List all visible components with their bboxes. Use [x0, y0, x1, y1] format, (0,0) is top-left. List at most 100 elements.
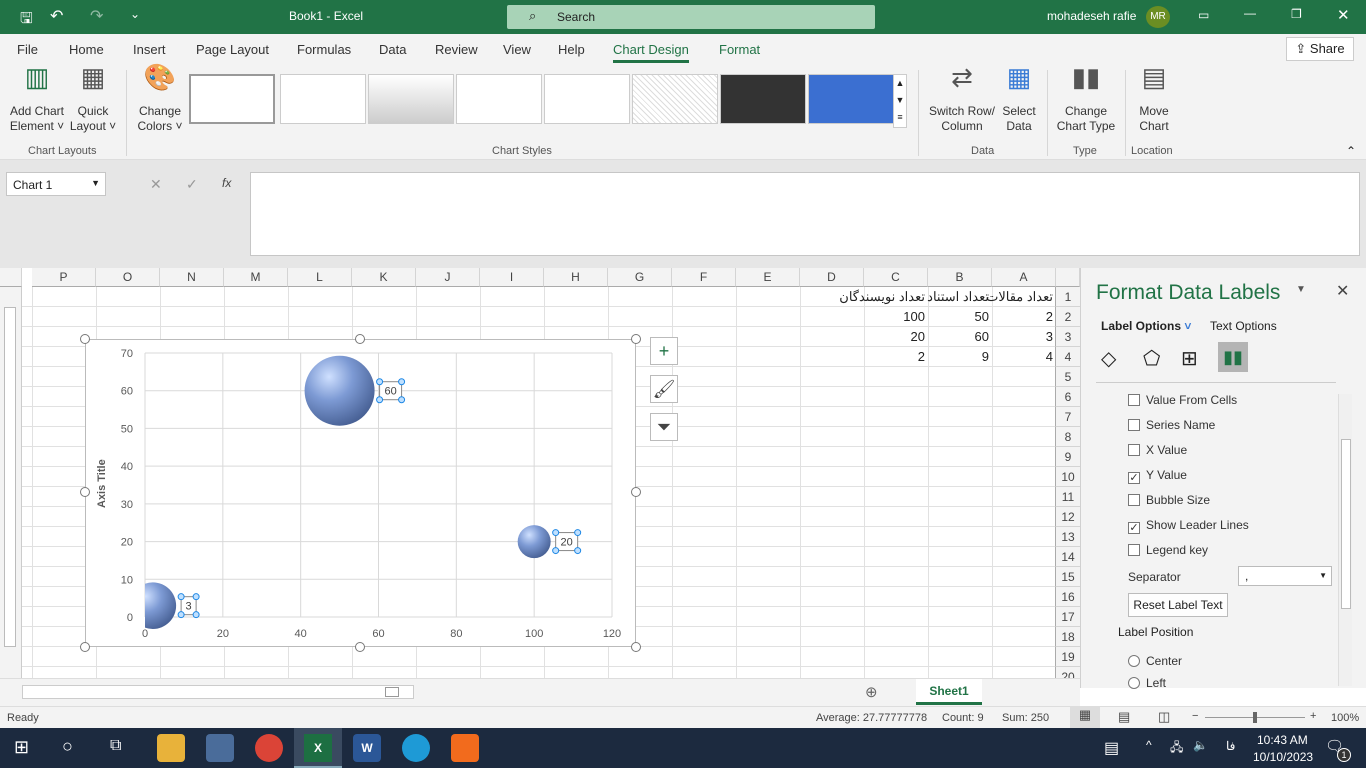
news-icon[interactable]: ▤ [1104, 738, 1119, 758]
column-header-G[interactable]: G [608, 268, 672, 287]
fill-line-icon[interactable]: ◇ [1101, 346, 1116, 371]
option-legend-key-checkbox[interactable]: Legend key [1128, 543, 1208, 557]
label-options-icon[interactable]: ▮▮ [1218, 342, 1248, 372]
add-chart-element-button[interactable]: ▥ Add Chart Element ˅ [6, 64, 68, 134]
effects-icon[interactable]: ⬠ [1143, 346, 1160, 371]
chart-styles-scroll[interactable]: ▲ ▼ ≡ [893, 74, 907, 128]
option-show-leader-lines-checkbox[interactable]: ✓ Show Leader Lines [1128, 518, 1249, 534]
clock-date[interactable]: 10/10/2023 [1253, 750, 1313, 764]
chevron-up-icon[interactable]: ^ [1146, 738, 1152, 752]
cell-C4[interactable]: 2 [764, 347, 928, 367]
chrome-icon[interactable] [255, 734, 283, 762]
resize-handle[interactable] [631, 642, 641, 652]
horizontal-scrollbar[interactable] [22, 685, 414, 699]
chart-style-5[interactable] [544, 74, 630, 124]
row-header-9[interactable]: 9 [1055, 447, 1080, 467]
scroll-thumb[interactable] [1341, 439, 1351, 609]
search-box[interactable]: ⌕ Search [507, 5, 875, 29]
share-button[interactable]: ⇪ Share [1286, 37, 1354, 61]
cancel-icon[interactable]: ✕ [150, 176, 162, 193]
column-header-A[interactable]: A [992, 268, 1056, 287]
scroll-thumb[interactable] [385, 687, 399, 697]
page-break-view-icon[interactable]: ◫ [1158, 709, 1170, 725]
tab-text-options[interactable]: Text Options [1210, 319, 1277, 333]
column-header-M[interactable]: M [224, 268, 288, 287]
column-header-O[interactable]: O [96, 268, 160, 287]
row-header-5[interactable]: 5 [1055, 367, 1080, 387]
tab-label-options[interactable]: Label Options ˅ [1101, 319, 1191, 333]
vertical-scrollbar[interactable] [0, 287, 22, 678]
row-header-18[interactable]: 18 [1055, 627, 1080, 647]
select-all-button[interactable] [1055, 268, 1080, 287]
column-header-J[interactable]: J [416, 268, 480, 287]
edge-icon[interactable] [402, 734, 430, 762]
tab-format[interactable]: Format [719, 42, 760, 57]
row-header-11[interactable]: 11 [1055, 487, 1080, 507]
y-axis-title[interactable]: Axis Title [96, 459, 108, 508]
tab-home[interactable]: Home [69, 42, 104, 57]
row-header-4[interactable]: 4 [1055, 347, 1080, 367]
select-data-button[interactable]: ▦ Select Data [998, 64, 1040, 134]
tab-formulas[interactable]: Formulas [297, 42, 351, 57]
tab-chart-design[interactable]: Chart Design [613, 42, 689, 63]
enter-icon[interactable]: ✓ [186, 176, 198, 193]
row-header-7[interactable]: 7 [1055, 407, 1080, 427]
tab-insert[interactable]: Insert [133, 42, 166, 57]
sheet-tab-sheet1[interactable]: Sheet1 [916, 679, 982, 705]
row-header-10[interactable]: 10 [1055, 467, 1080, 487]
resize-handle[interactable] [355, 642, 365, 652]
column-header-H[interactable]: H [544, 268, 608, 287]
task-view-icon[interactable]: ⧉ [110, 737, 121, 755]
column-header-L[interactable]: L [288, 268, 352, 287]
cell-C3[interactable]: 20 [764, 327, 928, 347]
zoom-out-icon[interactable]: − [1192, 710, 1198, 722]
chart-style-6[interactable] [632, 74, 718, 124]
bubble[interactable] [304, 355, 375, 426]
chart-style-1[interactable] [189, 74, 275, 124]
column-header-I[interactable]: I [480, 268, 544, 287]
clock-time[interactable]: 10:43 AM [1257, 733, 1308, 747]
minimize-icon[interactable]: — [1244, 6, 1256, 20]
chart-style-8[interactable] [808, 74, 894, 124]
status-average[interactable]: Average: 27.77777778 [816, 712, 927, 724]
language-indicator[interactable]: فا [1226, 739, 1235, 753]
chart-filters-button[interactable]: ⏷ [650, 413, 678, 441]
normal-view-icon[interactable]: ▦ [1070, 707, 1100, 728]
insert-function-button[interactable]: fx [222, 176, 231, 190]
undo-icon[interactable]: ↶ [50, 6, 63, 26]
close-icon[interactable]: ✕ [1337, 6, 1350, 24]
redo-icon[interactable]: ↷ [90, 6, 103, 26]
tab-page-layout[interactable]: Page Layout [196, 42, 269, 57]
position-center-radio[interactable]: Center [1128, 654, 1182, 668]
volume-icon[interactable]: 🔈 [1193, 738, 1208, 752]
column-header-P[interactable]: P [32, 268, 96, 287]
bubble-chart[interactable]: 0 20 40 60 80 100 120 0 10 20 30 40 50 60 70 3 20 60 Axis… [85, 339, 636, 647]
option-value-from-cells-checkbox[interactable]: Value From Cells [1128, 393, 1237, 407]
chart-styles-button[interactable]: 🖌 [650, 375, 678, 403]
row-header-2[interactable]: 2 [1055, 307, 1080, 327]
column-header-D[interactable]: D [800, 268, 864, 287]
switch-row-column-button[interactable]: ⇄ Switch Row/Column [926, 64, 998, 134]
move-chart-button[interactable]: ▤ Move Chart [1130, 64, 1178, 134]
word-icon[interactable]: W [353, 734, 381, 762]
status-sum[interactable]: Sum: 250 [1002, 712, 1049, 724]
row-header-16[interactable]: 16 [1055, 587, 1080, 607]
save-icon[interactable]: 🖫 [20, 8, 33, 33]
row-header-20[interactable]: 20 [1055, 667, 1080, 678]
chart-style-7[interactable] [720, 74, 806, 124]
tab-review[interactable]: Review [435, 42, 478, 57]
bubble[interactable] [517, 525, 551, 559]
new-sheet-icon[interactable]: ⊕ [865, 683, 878, 701]
customize-toolbar-icon[interactable]: ⌄ [130, 7, 140, 21]
column-header-N[interactable]: N [160, 268, 224, 287]
option-y-value-checkbox[interactable]: ✓ Y Value [1128, 468, 1187, 484]
cell-C1[interactable]: تعداد نویسندگان [764, 287, 928, 307]
tab-help[interactable]: Help [558, 42, 585, 57]
row-header-19[interactable]: 19 [1055, 647, 1080, 667]
chart-elements-button[interactable]: + [650, 337, 678, 365]
quick-layout-button[interactable]: ▦ Quick Layout ˅ [68, 64, 118, 134]
row-header-17[interactable]: 17 [1055, 607, 1080, 627]
excel-taskbar-button[interactable]: X [294, 728, 342, 768]
close-pane-icon[interactable]: ✕ [1336, 281, 1349, 301]
row-header-3[interactable]: 3 [1055, 327, 1080, 347]
